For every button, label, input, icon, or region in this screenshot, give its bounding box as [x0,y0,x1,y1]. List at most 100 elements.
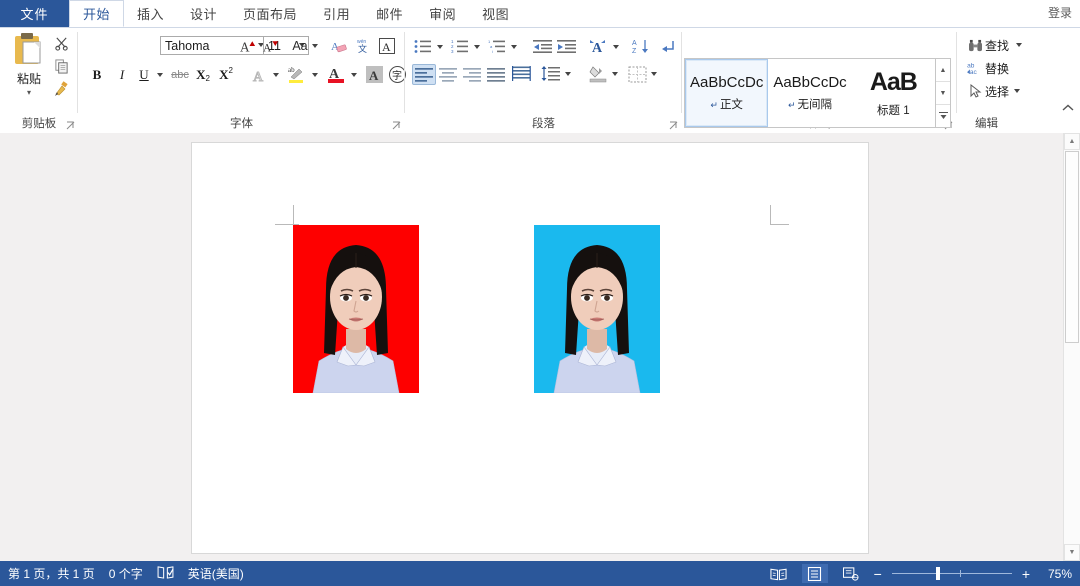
styles-scroll-down-button[interactable]: ▼ [936,82,950,105]
paragraph-dialog-launcher[interactable] [669,121,678,130]
vertical-scroll-thumb[interactable] [1065,151,1079,343]
style-no-spacing[interactable]: AaBbCcDc ↵无间隔 [768,59,851,127]
decrease-indent-button[interactable] [531,36,554,56]
clipboard-dialog-launcher[interactable] [66,121,75,130]
align-right-button[interactable] [460,64,484,85]
print-layout-button[interactable] [802,564,828,583]
styles-more-button[interactable] [936,105,950,127]
style-heading1[interactable]: AaB 标题 1 [852,59,935,127]
tab-design[interactable]: 设计 [177,0,230,27]
id-photo-blue[interactable] [534,225,660,393]
align-center-button[interactable] [436,64,460,85]
character-shading-button[interactable]: A [363,63,385,85]
borders-button[interactable] [625,63,649,85]
zoom-out-button[interactable]: − [874,566,882,582]
distribute-button[interactable] [509,63,533,85]
id-photo-red[interactable] [293,225,419,393]
multilevel-caret[interactable] [508,40,520,54]
copy-button[interactable] [50,55,72,77]
strikethrough-button[interactable]: abc [168,64,192,85]
find-button[interactable]: 查找 [965,34,1022,56]
tab-review[interactable]: 审阅 [416,0,469,27]
style-normal-name-row: ↵正文 [710,96,743,112]
web-layout-button[interactable] [838,564,864,583]
subscript-button[interactable]: X 2 [192,64,214,85]
paste-button[interactable]: 粘贴 ▾ [6,31,52,109]
replace-button[interactable]: ab ac 替换 [965,57,1009,79]
bullets-dropdown-caret [437,45,443,49]
read-mode-button[interactable] [766,564,792,583]
bullets-caret[interactable] [434,40,446,54]
text-effects-icon: A [251,67,268,83]
font-color-caret[interactable] [348,68,360,82]
bold-button[interactable]: B [86,64,108,85]
scroll-up-button[interactable]: ▲ [1064,133,1080,150]
zoom-slider[interactable] [892,567,1012,581]
language-label[interactable]: 英语(美国) [188,565,244,582]
styles-scroll-up-button[interactable]: ▲ [936,59,950,82]
increase-indent-button[interactable] [555,36,578,56]
italic-button[interactable]: I [111,64,133,85]
borders-caret[interactable] [648,67,660,81]
numbering-button[interactable]: 1 2 3 [449,36,471,56]
asian-layout-dropdown-caret [613,45,619,49]
document-workspace[interactable]: ▲ ▼ [0,133,1080,561]
format-painter-button[interactable] [50,78,72,100]
clear-formatting-button[interactable]: A [329,35,351,56]
select-dropdown-caret[interactable] [1014,89,1020,93]
word-count-label[interactable]: 0 个字 [109,565,143,582]
underline-caret[interactable] [154,68,166,82]
select-button[interactable]: 选择 [965,80,1020,102]
tab-mailings[interactable]: 邮件 [363,0,416,27]
grow-font-button[interactable]: A [237,35,259,56]
asian-layout-button[interactable]: A [587,36,611,56]
shading-caret[interactable] [609,67,621,81]
line-spacing-caret[interactable] [562,67,574,81]
scroll-down-button[interactable]: ▼ [1064,544,1080,561]
zoom-in-button[interactable]: + [1022,566,1030,582]
tab-references[interactable]: 引用 [310,0,363,27]
find-dropdown-caret[interactable] [1016,43,1022,47]
shading-button[interactable] [586,63,610,85]
justify-button[interactable] [484,64,508,85]
change-case-caret[interactable] [312,44,318,48]
vertical-scrollbar[interactable]: ▲ ▼ [1063,133,1080,561]
character-border-button[interactable]: A [375,34,398,57]
shrink-font-button[interactable]: A [260,35,282,56]
tab-insert[interactable]: 插入 [124,0,177,27]
tab-view[interactable]: 视图 [469,0,522,27]
font-color-button[interactable]: A [324,62,348,86]
underline-button[interactable]: U [134,64,154,85]
numbering-caret[interactable] [471,40,483,54]
paste-dropdown-caret[interactable]: ▾ [27,89,31,97]
multilevel-list-icon: 1 a i [488,39,506,54]
font-dialog-launcher[interactable] [392,121,401,130]
tab-file[interactable]: 文件 [0,0,69,27]
zoom-level-label[interactable]: 75% [1040,567,1072,581]
collapse-ribbon-button[interactable] [1061,101,1075,115]
sign-in-button[interactable]: 登录 [1048,4,1072,21]
multilevel-list-button[interactable]: 1 a i [486,36,508,56]
change-case-button[interactable]: Aa [288,35,322,56]
document-page[interactable] [192,143,868,553]
sort-button[interactable]: A Z [629,36,652,56]
page-count-label[interactable]: 第 1 页，共 1 页 [8,565,95,582]
text-effects-button[interactable]: A [248,64,270,85]
highlight-caret[interactable] [309,68,321,82]
tab-home[interactable]: 开始 [69,0,124,27]
bullets-button[interactable] [412,36,434,56]
tab-page-layout[interactable]: 页面布局 [230,0,310,27]
shrink-font-icon: A [263,38,280,54]
phonetic-guide-button[interactable]: wén 文 [352,35,374,56]
superscript-button[interactable]: X 2 [215,64,237,85]
style-normal[interactable]: AaBbCcDc ↵正文 [685,59,768,127]
proofing-errors-icon[interactable] [157,566,174,582]
line-spacing-button[interactable] [539,63,563,85]
highlight-button[interactable]: ab [285,62,309,86]
zoom-slider-thumb[interactable] [936,567,940,580]
cut-button[interactable] [50,32,72,54]
show-formatting-marks-button[interactable] [657,36,680,56]
asian-layout-caret[interactable] [610,40,622,54]
align-left-button[interactable] [412,64,436,85]
text-effects-caret[interactable] [270,68,282,82]
